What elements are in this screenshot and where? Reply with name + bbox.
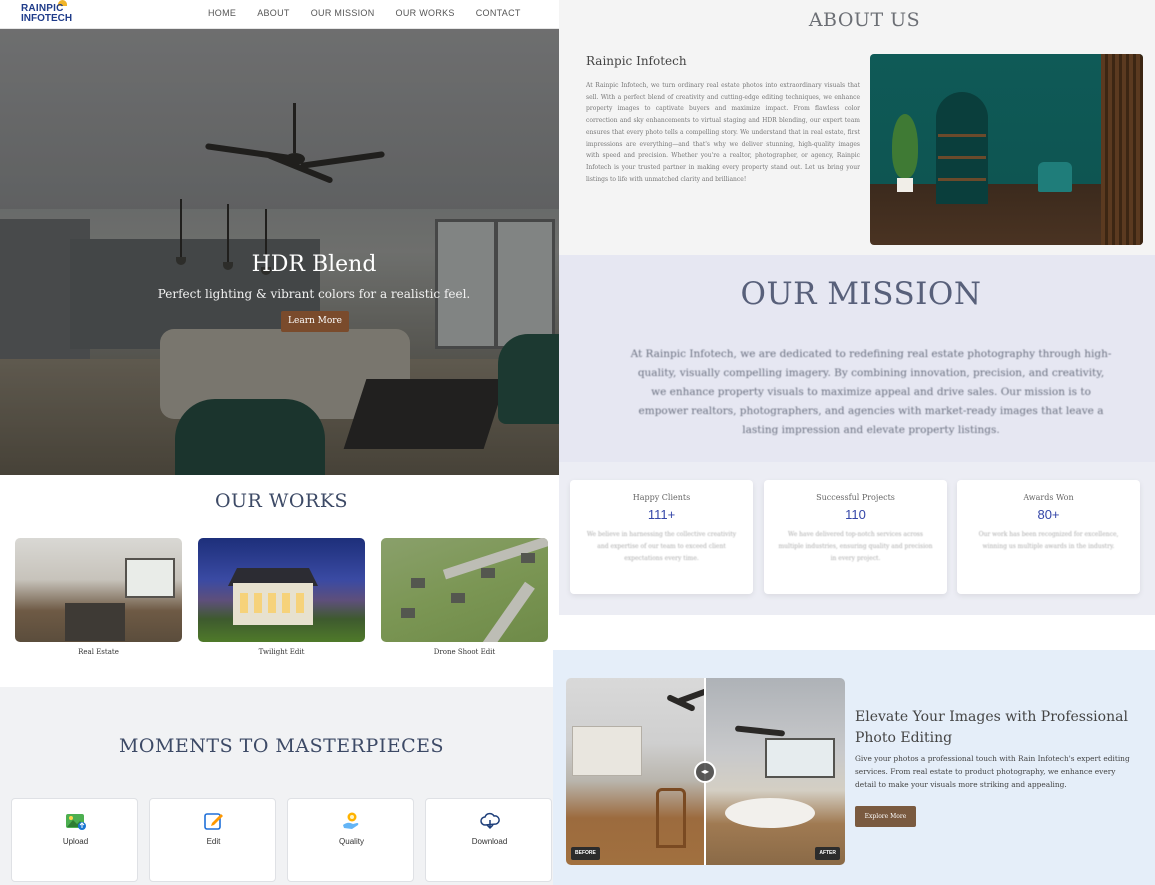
- work-image-twilight-edit[interactable]: [198, 538, 365, 642]
- step-card-upload[interactable]: Upload: [11, 798, 138, 882]
- cloud-download-icon: [480, 812, 500, 830]
- about-body: At Rainpic Infotech, we turn ordinary re…: [586, 82, 860, 183]
- after-image: [705, 678, 845, 865]
- top-navbar: RAINPIC INFOTECH HOME ABOUT OUR MISSION …: [0, 0, 559, 29]
- nav-item-our-mission[interactable]: OUR MISSION: [311, 6, 375, 20]
- step-card-edit[interactable]: Edit: [149, 798, 276, 882]
- section-spacer: [559, 615, 1155, 650]
- nav-item-home[interactable]: HOME: [208, 6, 236, 20]
- stat-title: Awards Won: [1023, 493, 1074, 502]
- hero-banner: HDR Blend Perfect lighting & vibrant col…: [0, 29, 559, 475]
- stats-section: Happy Clients 111+ We believe in harness…: [559, 462, 1155, 615]
- slider-handle-icon[interactable]: ◂▸: [694, 761, 716, 783]
- page: RAINPIC INFOTECH HOME ABOUT OUR MISSION …: [0, 0, 1155, 885]
- stat-description: Our work has been recognized for excelle…: [978, 531, 1119, 550]
- edit-icon: [204, 813, 223, 830]
- about-section: ABOUT US Rainpic Infotech At Rainpic Inf…: [559, 0, 1155, 255]
- upload-image-icon: [66, 814, 86, 830]
- moments-title: MOMENTS TO MASTERPIECES: [118, 735, 445, 757]
- stat-value: 110: [845, 507, 866, 522]
- mission-title: OUR MISSION: [740, 276, 982, 312]
- mission-body: At Rainpic Infotech, we are dedicated to…: [630, 348, 1112, 436]
- mission-section: OUR MISSION At Rainpic Infotech, we are …: [559, 255, 1155, 462]
- before-image: [566, 678, 716, 865]
- company-name: Rainpic Infotech: [586, 54, 687, 68]
- work-image-real-estate[interactable]: [15, 538, 182, 642]
- explore-more-button[interactable]: Explore More: [855, 806, 916, 827]
- hero-subtitle: Perfect lighting & vibrant colors for a …: [157, 287, 471, 301]
- step-card-download[interactable]: Download: [425, 798, 552, 882]
- stat-title: Successful Projects: [816, 493, 895, 502]
- our-works-title: OUR WORKS: [214, 490, 349, 512]
- elevate-section: ◂▸ BEFORE AFTER Elevate Your Images with…: [553, 650, 1155, 885]
- step-label: Download: [471, 837, 508, 846]
- elevate-title: Elevate Your Images with Professional Ph…: [855, 709, 1128, 746]
- nav-item-our-works[interactable]: OUR WORKS: [396, 6, 455, 20]
- moments-section: MOMENTS TO MASTERPIECES Upload Edit Qual…: [0, 687, 559, 885]
- stat-card-awards-won: Awards Won 80+ Our work has been recogni…: [957, 480, 1140, 594]
- elevate-body: Give your photos a professional touch wi…: [855, 754, 1130, 789]
- nav-item-about[interactable]: ABOUT: [257, 6, 290, 20]
- stat-title: Happy Clients: [632, 493, 691, 502]
- before-label: BEFORE: [571, 847, 600, 860]
- stat-card-successful-projects: Successful Projects 110 We have delivere…: [764, 480, 947, 594]
- step-label: Quality: [339, 837, 364, 846]
- step-label: Upload: [62, 837, 89, 846]
- learn-more-button[interactable]: Learn More: [281, 311, 349, 332]
- stat-description: We believe in harnessing the collective …: [586, 531, 737, 562]
- our-works-section: OUR WORKS Real Estate Twilight Edit Dron…: [0, 475, 559, 687]
- work-label: Twilight Edit: [258, 648, 305, 656]
- logo-line-2: INFOTECH: [21, 13, 73, 24]
- step-label: Edit: [206, 837, 221, 846]
- stat-value: 111+: [647, 507, 676, 522]
- nav-item-contact[interactable]: CONTACT: [476, 6, 521, 20]
- about-title: ABOUT US: [808, 9, 921, 31]
- step-card-quality[interactable]: Quality: [287, 798, 414, 882]
- stat-value: 80+: [1037, 507, 1060, 522]
- work-label: Real Estate: [78, 648, 119, 656]
- stat-description: We have delivered top-notch services acr…: [778, 531, 933, 562]
- nav-links: HOME ABOUT OUR MISSION OUR WORKS CONTACT: [208, 6, 542, 20]
- stat-card-happy-clients: Happy Clients 111+ We believe in harness…: [570, 480, 753, 594]
- after-label: AFTER: [815, 847, 840, 860]
- before-after-slider[interactable]: ◂▸ BEFORE AFTER: [566, 678, 845, 865]
- logo[interactable]: RAINPIC INFOTECH: [21, 0, 73, 26]
- about-image: [870, 54, 1143, 245]
- quality-badge-icon: [343, 812, 359, 829]
- hero-title: HDR Blend: [251, 252, 377, 277]
- work-image-drone-shoot[interactable]: [381, 538, 548, 642]
- work-label: Drone Shoot Edit: [433, 648, 496, 656]
